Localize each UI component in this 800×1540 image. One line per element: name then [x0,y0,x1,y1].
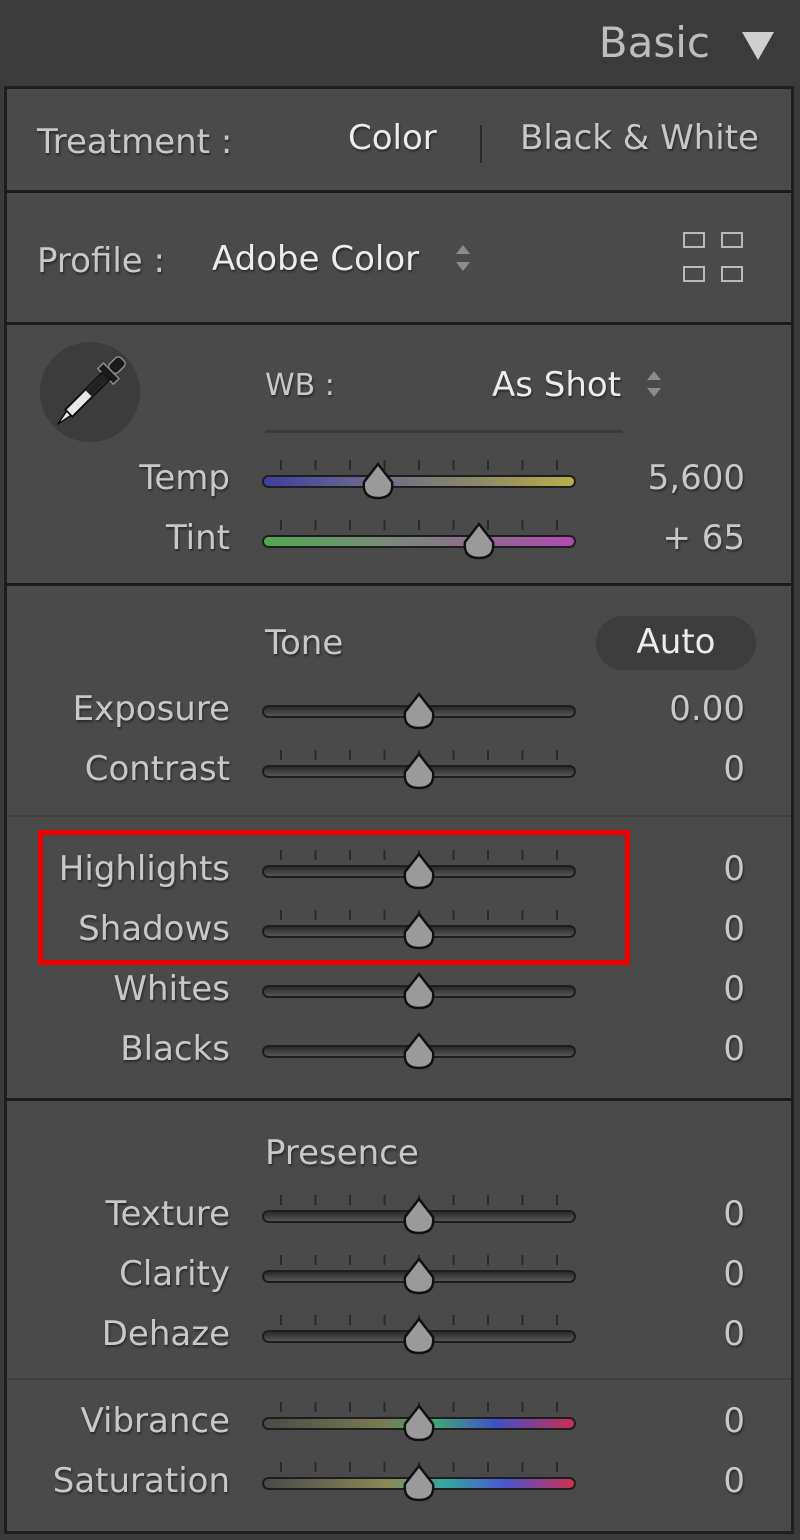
triangle-down-icon[interactable] [742,32,774,60]
panel-header[interactable]: Basic [0,0,800,86]
blacks-slider[interactable] [262,1030,576,1070]
tint-slider[interactable] [262,520,576,560]
clarity-slider[interactable] [262,1255,576,1295]
section-divider [4,1098,794,1101]
highlights-value[interactable]: 0 [723,849,745,889]
section-divider [4,190,794,193]
whites-label: Whites [113,969,230,1009]
treatment-divider [480,125,482,163]
saturation-value[interactable]: 0 [723,1461,745,1501]
treatment-label: Treatment : [37,122,233,162]
temp-slider[interactable] [262,460,576,500]
slider-thumb[interactable] [401,1464,437,1502]
contrast-label: Contrast [84,749,230,789]
treatment-bw-option[interactable]: Black & White [520,118,759,158]
slider-thumb[interactable] [401,1197,437,1235]
section-divider [4,583,794,586]
slider-thumb[interactable] [401,1032,437,1070]
texture-label: Texture [105,1194,230,1234]
panel-title: Basic [598,18,710,67]
eyedropper-icon [56,356,126,426]
dehaze-label: Dehaze [101,1314,230,1354]
exposure-label: Exposure [72,689,230,729]
blacks-label: Blacks [120,1029,230,1069]
dehaze-slider[interactable] [262,1315,576,1355]
exposure-slider[interactable] [262,690,576,730]
slider-thumb[interactable] [401,1404,437,1442]
tint-label: Tint [165,518,230,558]
exposure-value[interactable]: 0.00 [669,689,745,729]
contrast-slider[interactable] [262,750,576,790]
clarity-label: Clarity [119,1254,230,1294]
vibrance-slider[interactable] [262,1402,576,1442]
slider-thumb[interactable] [461,522,497,560]
blacks-value[interactable]: 0 [723,1029,745,1069]
whites-value[interactable]: 0 [723,969,745,1009]
profile-select[interactable]: Adobe Color [212,239,419,279]
tone-heading: Tone [265,623,344,663]
slider-thumb[interactable] [401,1257,437,1295]
wb-label: WB : [265,368,335,403]
wb-underline [265,430,623,433]
subsection-divider [7,815,791,817]
tint-value[interactable]: + 65 [662,518,745,558]
texture-value[interactable]: 0 [723,1194,745,1234]
updown-arrows-icon[interactable] [647,371,661,397]
slider-thumb[interactable] [401,1317,437,1355]
slider-thumb[interactable] [360,462,396,500]
subsection-divider [7,1378,791,1380]
texture-slider[interactable] [262,1195,576,1235]
eyedropper-button[interactable] [40,342,140,442]
vibrance-label: Vibrance [80,1401,230,1441]
slider-thumb[interactable] [401,752,437,790]
contrast-value[interactable]: 0 [723,749,745,789]
shadows-value[interactable]: 0 [723,909,745,949]
whites-slider[interactable] [262,970,576,1010]
dehaze-value[interactable]: 0 [723,1314,745,1354]
saturation-slider[interactable] [262,1462,576,1502]
saturation-label: Saturation [52,1461,230,1501]
updown-arrows-icon[interactable] [456,245,470,271]
presence-heading: Presence [265,1133,419,1173]
slider-thumb[interactable] [401,972,437,1010]
wb-select[interactable]: As Shot [492,365,621,405]
slider-thumb[interactable] [401,692,437,730]
annotation-highlight-box [38,830,630,965]
section-divider [4,322,794,325]
treatment-color-option[interactable]: Color [348,118,437,158]
temp-label: Temp [139,458,230,498]
profile-label: Profile : [37,241,165,281]
grid-icon[interactable] [683,232,747,284]
vibrance-value[interactable]: 0 [723,1401,745,1441]
auto-button-label: Auto [636,622,716,662]
temp-value[interactable]: 5,600 [648,458,745,498]
clarity-value[interactable]: 0 [723,1254,745,1294]
